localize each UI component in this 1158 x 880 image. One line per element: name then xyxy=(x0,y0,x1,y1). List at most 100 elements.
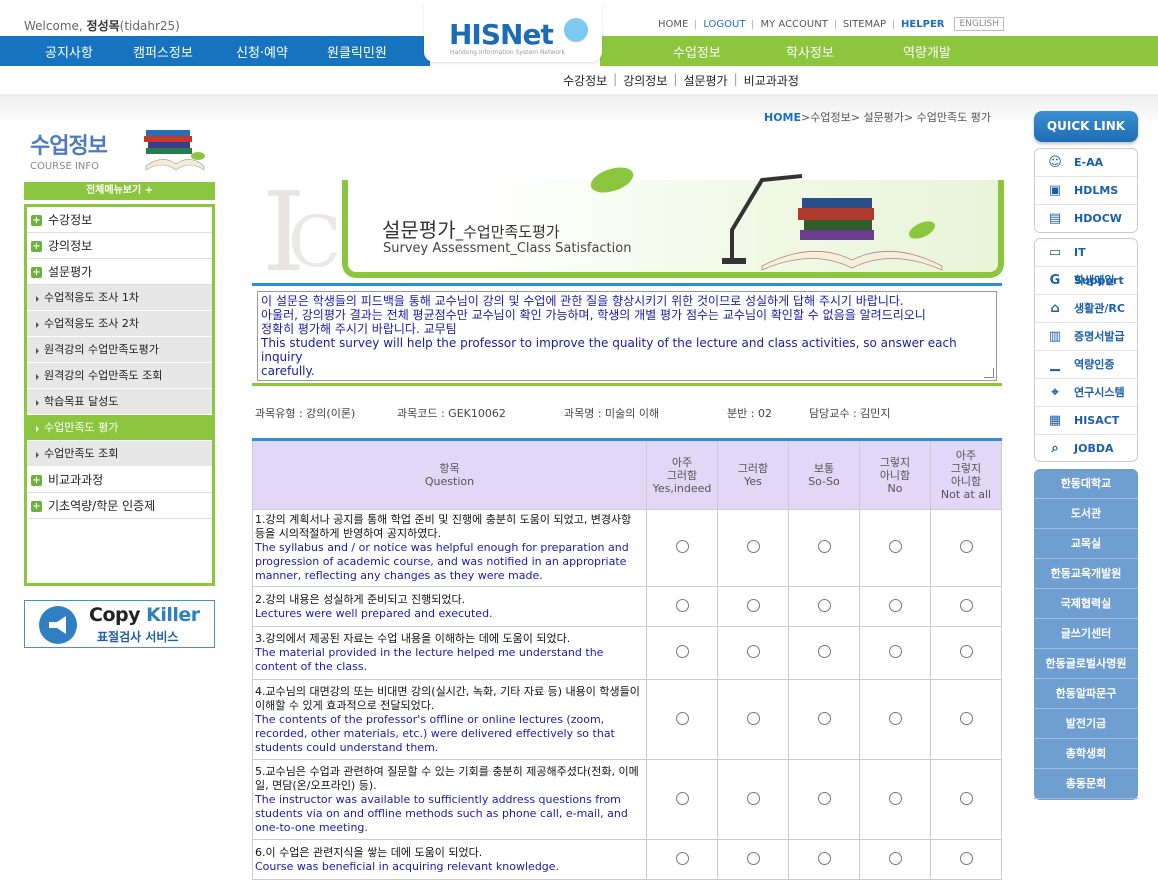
nav-apply[interactable]: 신청·예약 xyxy=(236,42,288,61)
quick-link-item[interactable]: ⌕ JOBDA xyxy=(1035,435,1137,463)
related-site-link[interactable]: 글쓰기센터 xyxy=(1034,619,1138,649)
breadcrumb-home[interactable]: HOME xyxy=(764,111,801,124)
sidebar-item[interactable]: 수업만족도 조회 xyxy=(27,441,212,467)
survey-table: 항목 Question 아주 그러함 Yes,indeed 그러함 Yes 보통 So-So 그… xyxy=(252,438,1002,880)
answer-radio[interactable] xyxy=(817,645,831,658)
table-row: 2.강의 내용은 성실하게 준비되고 진행되었다. Lectures were w… xyxy=(252,586,1002,627)
answer-radio[interactable] xyxy=(888,851,902,865)
related-site-link[interactable]: 발전기금 xyxy=(1034,709,1138,739)
answer-radio[interactable] xyxy=(817,851,831,865)
answer-radio[interactable] xyxy=(959,645,973,658)
answer-radio[interactable] xyxy=(817,598,831,612)
related-site-link[interactable]: 한동글로벌사명원 xyxy=(1034,649,1138,679)
answer-radio[interactable] xyxy=(888,711,902,725)
related-site-link[interactable]: 교목실 xyxy=(1034,529,1138,559)
copykiller-banner[interactable]: Copy Killer 표절검사 서비스 xyxy=(24,600,215,648)
sidebar-item[interactable]: 수업적응도 조사 1차 xyxy=(27,285,212,311)
sidebar-item[interactable]: + 강의정보 xyxy=(27,233,212,259)
related-sites-list: 한동대학교 도서관 교목실 한동교육개발원 국제협력실 글쓰기센터 한동글로벌사명원 한동알파… xyxy=(1034,469,1138,800)
answer-cell xyxy=(859,509,931,587)
nav-notice[interactable]: 공지사항 xyxy=(45,42,93,61)
answer-radio[interactable] xyxy=(746,540,760,553)
english-button[interactable]: ENGLISH xyxy=(954,17,1005,31)
quick-link-item[interactable]: ▣ HDLMS xyxy=(1035,177,1137,205)
answer-cell xyxy=(646,759,718,840)
answer-radio[interactable] xyxy=(675,645,689,658)
related-site-link[interactable]: 총학생회 xyxy=(1034,739,1138,769)
answer-radio[interactable] xyxy=(746,645,760,658)
nav-competency[interactable]: 역량개발 xyxy=(903,42,951,61)
answer-radio[interactable] xyxy=(888,598,902,612)
helper-link[interactable]: HELPER xyxy=(901,19,944,30)
notice-textarea[interactable]: 이 설문은 학생들의 피드백을 통해 교수님이 강의 및 수업에 관한 질을 향… xyxy=(257,291,997,381)
answer-radio[interactable] xyxy=(746,711,760,725)
answer-radio[interactable] xyxy=(959,540,973,553)
header-option: 아주 그러함 Yes,indeed xyxy=(646,439,718,510)
header-question: 항목 Question xyxy=(252,439,647,510)
answer-radio[interactable] xyxy=(959,598,973,612)
answer-radio[interactable] xyxy=(959,851,973,865)
answer-radio[interactable] xyxy=(888,791,902,805)
related-site-link[interactable]: 총동문회 xyxy=(1034,769,1138,799)
sidebar-item[interactable]: + 설문평가 xyxy=(27,259,212,285)
sidebar-item[interactable]: 수업만족도 평가 xyxy=(27,415,212,441)
sidebar-item[interactable]: 원격강의 수업만족도 조회 xyxy=(27,363,212,389)
quick-link-item[interactable]: G 학생메일 xyxy=(1035,267,1137,295)
answer-cell xyxy=(646,626,718,680)
my-account-link[interactable]: MY ACCOUNT xyxy=(760,19,827,30)
quick-link-item[interactable]: ⌖ 연구시스템 xyxy=(1035,379,1137,407)
quick-link-item[interactable]: ▦ HISACT xyxy=(1035,407,1137,435)
quick-link-item[interactable]: ▭ IT Support xyxy=(1035,239,1137,287)
sidebar-item[interactable]: 수업적응도 조사 2차 xyxy=(27,311,212,337)
nav-campus[interactable]: 캠퍼스정보 xyxy=(133,42,193,61)
answer-radio[interactable] xyxy=(675,598,689,612)
answer-radio[interactable] xyxy=(888,540,902,553)
answer-radio[interactable] xyxy=(675,791,689,805)
answer-radio[interactable] xyxy=(746,791,760,805)
quick-link-item[interactable]: ▥ 증명서발급 xyxy=(1035,323,1137,351)
quick-link-item[interactable]: ▁ 역량인증 xyxy=(1035,351,1137,379)
answer-radio[interactable] xyxy=(675,540,689,553)
all-menu-button[interactable]: 전체메뉴보기 + xyxy=(24,182,215,200)
sidebar-item[interactable]: + 비교과과정 xyxy=(27,467,212,493)
nav-academic-info[interactable]: 학사정보 xyxy=(786,42,834,61)
subnav-extracurricular[interactable]: 비교과과정 xyxy=(744,72,799,89)
sidebar-item[interactable]: 학습목표 달성도 xyxy=(27,389,212,415)
quick-link-item[interactable]: ☺ E-AA xyxy=(1035,149,1137,177)
sidebar-item[interactable]: + 기초역량/학문 인증제 xyxy=(27,493,212,519)
subnav-enrollment[interactable]: 수강정보 xyxy=(563,72,607,89)
related-site-link[interactable]: 도서관 xyxy=(1034,499,1138,529)
answer-radio[interactable] xyxy=(817,711,831,725)
quick-link-item[interactable]: ▤ HDOCW xyxy=(1035,205,1137,233)
sidebar-item[interactable]: + 수강정보 xyxy=(27,207,212,233)
nav-class-info[interactable]: 수업정보 xyxy=(673,42,721,61)
answer-radio[interactable] xyxy=(959,711,973,725)
nav-oneclick[interactable]: 원클릭민원 xyxy=(327,42,387,61)
answer-radio[interactable] xyxy=(959,791,973,805)
answer-radio[interactable] xyxy=(675,711,689,725)
sidebar-item-label: 수업만족도 평가 xyxy=(44,421,119,434)
search-icon: ⌕ xyxy=(1051,441,1059,456)
sidebar-item[interactable]: 원격강의 수업만족도평가 xyxy=(27,337,212,363)
subnav-survey[interactable]: 설문평가 xyxy=(683,72,727,89)
answer-radio[interactable] xyxy=(817,540,831,553)
sitemap-link[interactable]: SITEMAP xyxy=(843,19,886,30)
answer-radio[interactable] xyxy=(746,598,760,612)
answer-radio[interactable] xyxy=(675,851,689,865)
related-site-link[interactable]: 한동알파문구 xyxy=(1034,679,1138,709)
resize-grip[interactable] xyxy=(984,368,994,378)
subnav-lecture[interactable]: 강의정보 xyxy=(623,72,667,89)
home-link[interactable]: HOME xyxy=(658,19,688,30)
related-site-link[interactable]: 국제협력실 xyxy=(1034,589,1138,619)
sub-nav: 수강정보 | 강의정보 | 설문평가 | 비교과과정 xyxy=(563,72,799,89)
answer-radio[interactable] xyxy=(888,645,902,658)
answer-radio[interactable] xyxy=(746,851,760,865)
related-site-link[interactable]: 한동교육개발원 xyxy=(1034,559,1138,589)
answer-radio[interactable] xyxy=(817,791,831,805)
logout-link[interactable]: LOGOUT xyxy=(703,19,745,30)
plus-icon: + xyxy=(31,267,42,278)
hisnet-logo[interactable]: HISNet Handong Information System Networ… xyxy=(424,4,602,62)
quick-link-item[interactable]: ⌂ 생활관/RC xyxy=(1035,295,1137,323)
related-site-link[interactable]: 한동대학교 xyxy=(1034,469,1138,499)
answer-cell xyxy=(717,679,789,760)
